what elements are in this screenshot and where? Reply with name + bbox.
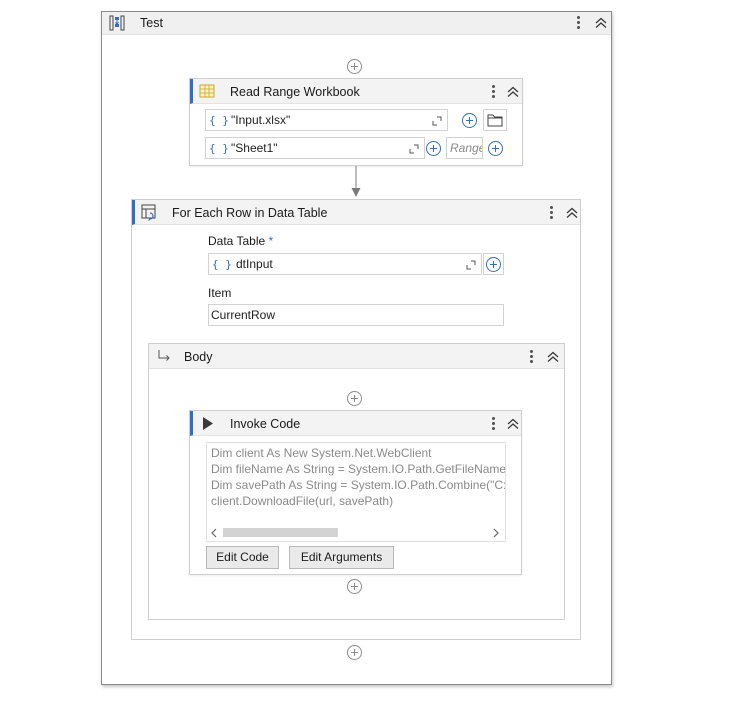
code-horizontal-scrollbar[interactable] <box>207 523 505 541</box>
data-table-input[interactable]: { } dtInput <box>208 253 482 275</box>
item-value: CurrentRow <box>211 308 276 322</box>
scroll-right-arrow-icon[interactable] <box>492 527 500 538</box>
data-table-add-container[interactable] <box>483 253 504 275</box>
body-collapse-icon[interactable] <box>545 349 561 365</box>
for-each-title: For Each Row in Data Table <box>172 206 328 220</box>
edit-code-button[interactable]: Edit Code <box>206 546 279 569</box>
code-line: Dim client As New System.Net.WebClient <box>211 446 432 460</box>
required-marker: * <box>268 234 274 248</box>
invoke-code-collapse-icon[interactable] <box>505 416 521 432</box>
sequence-title: Test <box>140 16 163 30</box>
expand-editor-icon[interactable] <box>432 115 442 126</box>
folder-icon <box>487 113 503 127</box>
flow-connector-arrow <box>350 166 362 198</box>
body-branch-icon <box>157 349 171 363</box>
read-range-collapse-icon[interactable] <box>505 84 521 100</box>
sheet-name-add-button[interactable] <box>426 141 441 156</box>
data-table-add-button[interactable] <box>486 257 501 272</box>
code-line: Dim fileName As String = System.IO.Path.… <box>211 462 506 476</box>
play-icon <box>201 416 215 431</box>
sequence-collapse-icon[interactable] <box>593 15 609 31</box>
body-header[interactable]: Body <box>149 344 564 369</box>
add-activity-button-body-top[interactable] <box>347 391 362 406</box>
excel-range-icon <box>199 83 215 99</box>
range-input[interactable]: Range <box>446 137 483 159</box>
workbook-path-value: "Input.xlsx" <box>231 113 291 127</box>
item-label: Item <box>208 286 232 300</box>
edit-arguments-button[interactable]: Edit Arguments <box>289 546 394 569</box>
sheet-name-input[interactable]: { } "Sheet1" <box>205 137 425 159</box>
sequence-header[interactable]: Test <box>102 12 611 35</box>
code-line: client.DownloadFile(url, savePath) <box>211 494 394 508</box>
expression-brace-icon: { } <box>212 258 232 271</box>
data-table-label: Data Table * <box>208 234 273 248</box>
scrollbar-thumb[interactable] <box>223 528 338 537</box>
read-range-title: Read Range Workbook <box>230 85 360 99</box>
body-menu-button[interactable] <box>525 348 539 366</box>
range-add-button[interactable] <box>488 141 503 156</box>
item-input[interactable]: CurrentRow <box>208 304 504 326</box>
add-activity-button-bottom[interactable] <box>347 645 362 660</box>
invoke-code-header[interactable]: Invoke Code <box>190 411 521 436</box>
read-range-workbook-activity[interactable]: Read Range Workbook { } "Input.xlsx" { }… <box>189 78 523 166</box>
data-table-label-text: Data Table <box>208 234 266 248</box>
code-preview[interactable]: Dim client As New System.Net.WebClient D… <box>206 442 506 542</box>
invoke-code-activity[interactable]: Invoke Code Dim client As New System.Net… <box>189 410 522 575</box>
add-activity-button-top[interactable] <box>347 59 362 74</box>
expand-editor-icon[interactable] <box>466 259 476 270</box>
invoke-code-title: Invoke Code <box>230 417 301 431</box>
read-range-header[interactable]: Read Range Workbook <box>190 79 522 104</box>
add-activity-button-body-bottom[interactable] <box>347 579 362 594</box>
sheet-name-value: "Sheet1" <box>231 141 278 155</box>
expression-brace-icon: { } <box>209 142 229 155</box>
body-title: Body <box>184 350 213 364</box>
expand-editor-icon[interactable] <box>409 143 419 154</box>
for-each-collapse-icon[interactable] <box>564 205 580 221</box>
for-each-row-icon <box>141 204 158 221</box>
browse-folder-button[interactable] <box>483 109 507 131</box>
code-line: Dim savePath As String = System.IO.Path.… <box>211 478 506 492</box>
for-each-header[interactable]: For Each Row in Data Table <box>132 200 580 225</box>
expression-brace-icon: { } <box>209 114 229 127</box>
invoke-code-menu-button[interactable] <box>487 415 501 433</box>
sequence-icon <box>109 15 125 31</box>
read-range-menu-button[interactable] <box>487 83 501 101</box>
workbook-path-add-button[interactable] <box>462 113 477 128</box>
sequence-menu-button[interactable] <box>572 14 586 32</box>
data-table-value: dtInput <box>236 257 273 271</box>
for-each-menu-button[interactable] <box>545 204 559 222</box>
range-placeholder: Range <box>450 141 483 155</box>
scroll-left-arrow-icon[interactable] <box>210 527 218 538</box>
workbook-path-input[interactable]: { } "Input.xlsx" <box>205 109 448 131</box>
